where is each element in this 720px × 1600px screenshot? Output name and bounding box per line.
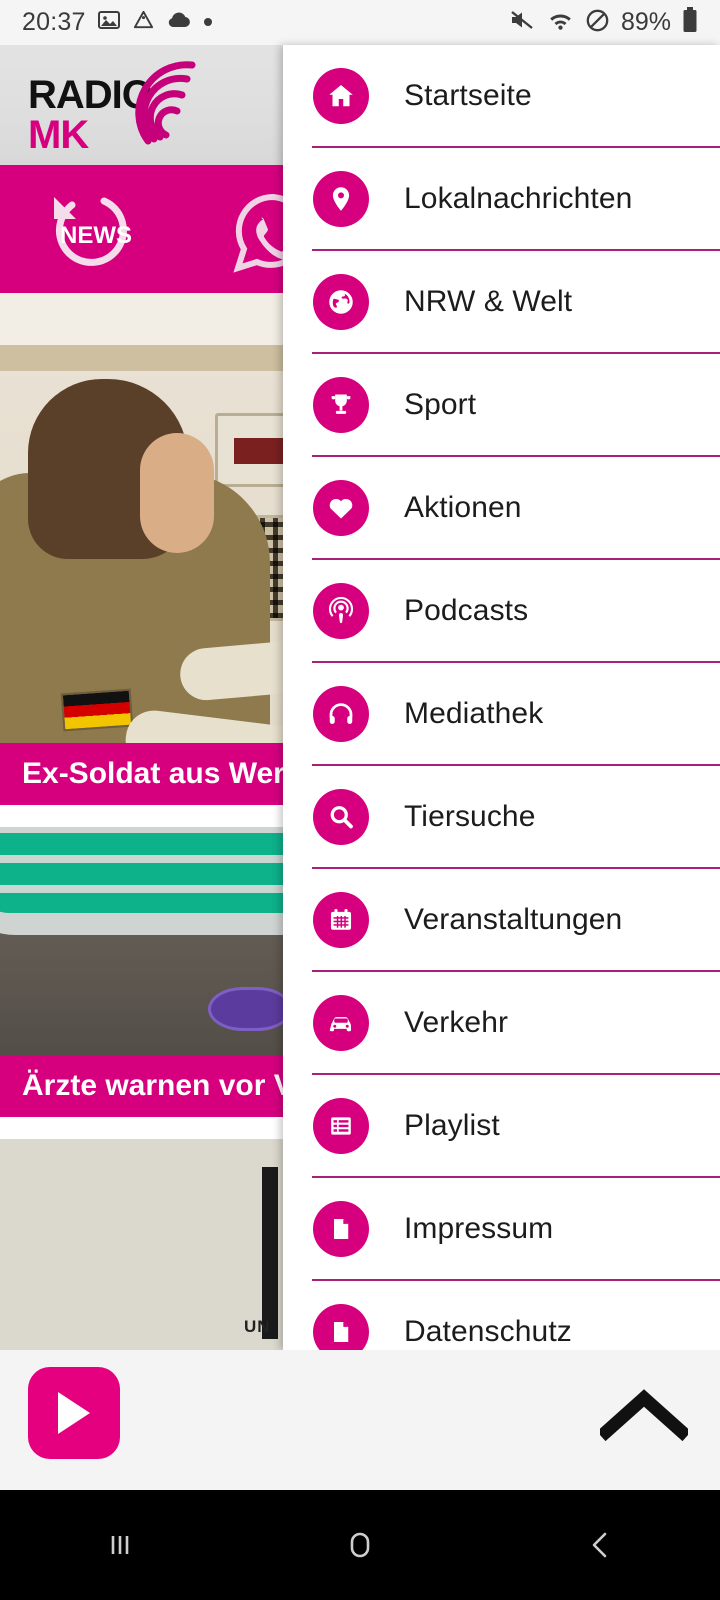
menu-item-nrw-welt[interactable]: NRW & Welt (283, 251, 720, 352)
drive-icon (132, 9, 155, 37)
back-chevron-icon (592, 1532, 607, 1558)
cloud-icon (166, 10, 192, 35)
chevron-up-icon (600, 1389, 688, 1442)
menu-item-playlist[interactable]: Playlist (283, 1075, 720, 1176)
menu-item-label: Podcasts (404, 593, 529, 627)
status-bar-clock: 20:37 (22, 8, 86, 36)
menu-item-tiersuche[interactable]: Tiersuche (283, 766, 720, 867)
menu-item-verkehr[interactable]: Verkehr (283, 972, 720, 1073)
headphones-icon (313, 685, 369, 742)
expand-player-button[interactable] (596, 1380, 692, 1450)
menu-item-label: NRW & Welt (404, 284, 573, 318)
wifi-icon (547, 8, 574, 37)
menu-item-label: Tiersuche (404, 799, 536, 833)
search-icon (313, 788, 369, 845)
status-bar-right: 89% (509, 7, 698, 38)
back-button[interactable] (480, 1490, 720, 1600)
dot-icon (203, 14, 213, 32)
play-icon (58, 1392, 90, 1434)
menu-item-impressum[interactable]: Impressum (283, 1178, 720, 1279)
player-bar (0, 1350, 720, 1490)
status-bar-left: 20:37 (22, 8, 213, 37)
menu-item-lokalnachrichten[interactable]: Lokalnachrichten (283, 148, 720, 249)
menu-item-veranstaltungen[interactable]: Veranstaltungen (283, 869, 720, 970)
battery-icon (682, 7, 698, 38)
news-label: NEWS (60, 222, 132, 249)
document-icon (313, 1200, 369, 1257)
dnd-icon (585, 8, 610, 38)
news-refresh-icon[interactable]: NEWS (42, 187, 150, 278)
menu-item-label: Playlist (404, 1108, 500, 1142)
menu-item-aktionen[interactable]: Aktionen (283, 457, 720, 558)
menu-item-label: Sport (404, 387, 477, 421)
news-card-overlay-text: UN (244, 1317, 271, 1336)
menu-item-sport[interactable]: Sport (283, 354, 720, 455)
play-button[interactable] (28, 1367, 120, 1459)
document-icon (313, 1303, 369, 1350)
menu-item-label: Verkehr (404, 1005, 509, 1039)
menu-item-startseite[interactable]: Startseite (283, 45, 720, 146)
signal-waves-icon (130, 55, 235, 155)
heart-icon (313, 479, 369, 536)
menu-item-label: Veranstaltungen (404, 902, 623, 936)
navigation-drawer: Startseite Lokalnachrichten NRW & Welt S… (283, 45, 720, 1350)
home-square-icon (350, 1532, 370, 1558)
car-icon (313, 994, 369, 1051)
battery-percent-label: 89% (620, 8, 671, 36)
status-bar: 20:37 89% (0, 0, 720, 45)
mute-icon (509, 8, 536, 37)
trophy-icon (313, 376, 369, 433)
menu-item-mediathek[interactable]: Mediathek (283, 663, 720, 764)
menu-item-label: Mediathek (404, 696, 544, 730)
podcast-icon (313, 582, 369, 639)
home-icon (313, 67, 369, 124)
globe-icon (313, 273, 369, 330)
menu-item-podcasts[interactable]: Podcasts (283, 560, 720, 661)
list-icon (313, 1097, 369, 1154)
menu-item-label: Aktionen (404, 490, 522, 524)
menu-item-label: Impressum (404, 1211, 554, 1245)
image-icon (97, 8, 121, 37)
menu-item-datenschutz[interactable]: Datenschutz (283, 1281, 720, 1350)
recents-button[interactable] (0, 1490, 240, 1600)
home-button[interactable] (240, 1490, 480, 1600)
menu-item-label: Datenschutz (404, 1314, 572, 1348)
menu-item-label: Lokalnachrichten (404, 181, 633, 215)
android-nav-bar (0, 1490, 720, 1600)
map-pin-icon (313, 170, 369, 227)
menu-item-label: Startseite (404, 78, 532, 112)
recents-icon (111, 1536, 129, 1554)
calendar-icon (313, 891, 369, 948)
